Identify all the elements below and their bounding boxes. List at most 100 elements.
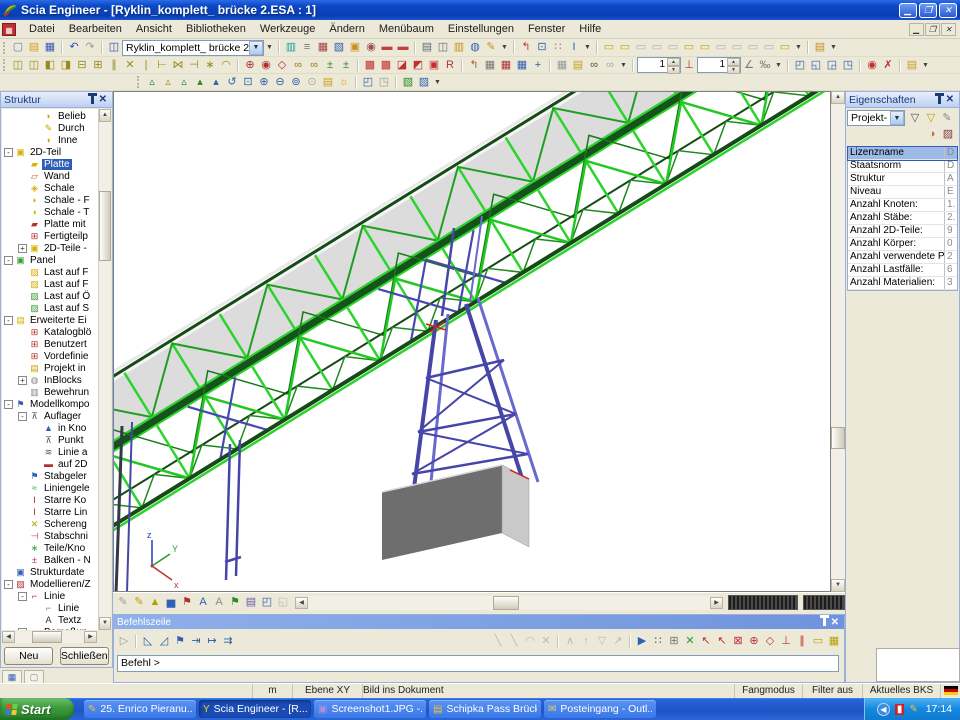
snap-center-icon[interactable]: ⊕ [746,634,762,649]
point-grid-icon[interactable]: ∷ [550,40,566,55]
redo-icon[interactable]: ↷ [82,40,98,55]
status-cell[interactable]: m [253,684,293,698]
window-disabled-icon[interactable]: ◱ [275,595,291,610]
step-icon[interactable]: ↦ [204,634,220,649]
open-icon[interactable]: ▤ [26,40,42,55]
taskbar-task[interactable]: ▣ Screenshot1.JPG -... [314,700,426,718]
load-panel-icon[interactable]: ∗ [202,58,218,73]
haunch-tool-icon[interactable]: ◧ [42,58,58,73]
cube-dropdown-icon[interactable]: ▼ [432,75,443,90]
tree-item[interactable]: - ▣ Panel [4,254,98,266]
arrow-ne-snap-icon[interactable]: ↗ [610,634,626,649]
cursor-icon[interactable]: ▷ [116,634,132,649]
close-button[interactable]: ✕ [939,3,957,18]
view-members-icon[interactable]: ▵ [160,75,176,90]
beam-pair-icon[interactable]: ∥ [106,58,122,73]
tree-item[interactable]: ▰ Platte [18,158,98,170]
render-flag-icon[interactable]: ⚑ [227,595,243,610]
menu-item[interactable]: Menübaum [372,21,441,37]
view-surfaces-icon[interactable]: ▵ [176,75,192,90]
minimized-window-2[interactable] [803,595,845,610]
start-button[interactable]: Start [0,698,74,720]
table-results-icon[interactable]: ▦ [482,58,498,73]
mdi-restore-button[interactable]: ❐ [925,23,940,36]
tree-item[interactable]: ▰ Platte mit [18,218,98,230]
view-preset-12-icon[interactable]: ▭ [777,40,793,55]
tree-item[interactable]: ⊞ Vordefinie [18,350,98,362]
print-icon[interactable]: ▤ [419,40,435,55]
scroll-right-icon[interactable]: ▶ [710,597,723,609]
line-snap-2-icon[interactable]: ╲ [506,634,522,649]
snap-tangent-icon[interactable]: ◇ [762,634,778,649]
tree-item[interactable]: - ▨ Modellieren/Z [4,578,98,590]
hinge-icon[interactable]: ◉ [258,58,274,73]
snap-lines-icon[interactable]: ⊞ [666,634,682,649]
layers-icon[interactable]: ≡ [299,40,315,55]
scale-dropdown-icon[interactable]: ▼ [773,58,784,73]
results-chart-icon[interactable]: ▅ [163,595,179,610]
tree-item[interactable]: + ▣ 2D-Teile - [18,242,98,254]
mdi-minimize-button[interactable]: ▁ [909,23,924,36]
beam-tool-icon[interactable]: ◫ [10,58,26,73]
status-cell[interactable]: Filter aus [803,684,863,698]
draw-off-icon[interactable]: ✎ [115,595,131,610]
tree-item[interactable]: ▲ in Kno [32,422,98,434]
command-input[interactable]: Befehl > [117,655,839,672]
tree-scrollbar[interactable]: ▲ ▼ [98,109,111,630]
move-tool-icon[interactable]: + [530,58,546,73]
tree-item[interactable]: ∗ Teile/Kno [18,542,98,554]
window-link-icon[interactable]: ◳ [840,58,856,73]
property-row[interactable]: Anzahl Körper: 0 [848,238,957,251]
save-icon[interactable]: ▦ [42,40,58,55]
continue-icon[interactable]: ⇉ [220,634,236,649]
property-row[interactable]: Anzahl verwendete Pr... 2 [848,251,957,264]
document-edit-icon[interactable]: ✎ [483,40,499,55]
property-row[interactable]: Staatsnorm D [848,160,957,173]
project-combo[interactable]: Ryklin_komplett_ brücke 2 ▼ [122,40,264,56]
picture-gallery-icon[interactable]: ▥ [451,40,467,55]
supports-view-icon[interactable]: ▲ [147,595,163,610]
add-node-icon[interactable]: ± [322,58,338,73]
select-previous-icon[interactable]: ↰ [466,58,482,73]
support-tool-icon[interactable]: ◇ [274,58,290,73]
restore-button[interactable]: ❐ [919,3,937,18]
tree-item[interactable]: ▥ Bewehrun [18,386,98,398]
view-rendering-icon[interactable]: ▴ [192,75,208,90]
tray-clock[interactable]: 17:14 [926,703,952,715]
tree-item[interactable]: - ⚑ Modellkompo [4,398,98,410]
print-dropdown-icon[interactable]: ▼ [499,40,510,55]
solver-icon[interactable]: ▧ [331,40,347,55]
view-preset-9-icon[interactable]: ▭ [729,40,745,55]
close-icon[interactable]: ✕ [99,94,107,105]
node-connect-icon[interactable]: ⊕ [242,58,258,73]
window-settings-2-icon[interactable]: ◳ [376,75,392,90]
menu-item[interactable]: Ändern [322,21,371,37]
add-beam-icon[interactable]: ± [338,58,354,73]
spin-down-icon[interactable]: ▼ [667,66,680,74]
search-disabled-icon[interactable]: ∞ [602,58,618,73]
tree-item[interactable]: ✕ Schereng [18,518,98,530]
gallery-icon[interactable]: ▤ [812,40,828,55]
zoom-document-icon[interactable]: ⊡ [534,40,550,55]
property-row[interactable]: Struktur A [848,173,957,186]
tree-item[interactable]: - ▣ 2D-Teil [4,146,98,158]
draw-icon[interactable]: ✎ [131,595,147,610]
menu-item[interactable]: Bearbeiten [62,21,129,37]
pin-icon[interactable] [823,618,826,626]
spin-down-icon[interactable]: ▼ [727,66,740,74]
preset-dropdown-icon[interactable]: ▼ [793,40,804,55]
delete-snap-icon[interactable]: ✕ [538,634,554,649]
zoom-selection-icon[interactable]: ⊙ [304,75,320,90]
toolbar-grip[interactable] [3,42,7,54]
pie-chart-icon[interactable]: ◑ [924,127,940,142]
tree-item[interactable]: ▨ Last auf F [18,266,98,278]
tree-item[interactable]: ⊣ Stabschni [18,530,98,542]
up-snap-icon[interactable]: ↑ [578,634,594,649]
scroll-left-icon[interactable]: ◀ [2,631,15,643]
tree-item[interactable]: ◗ Belieb [32,110,98,122]
tree-expand-toggle[interactable]: + [18,244,27,253]
tree-item[interactable]: ± Balken - N [18,554,98,566]
labels-stamp-icon[interactable]: A [211,595,227,610]
view-shrink-icon[interactable]: ▴ [208,75,224,90]
line-snap-icon[interactable]: ╲ [490,634,506,649]
